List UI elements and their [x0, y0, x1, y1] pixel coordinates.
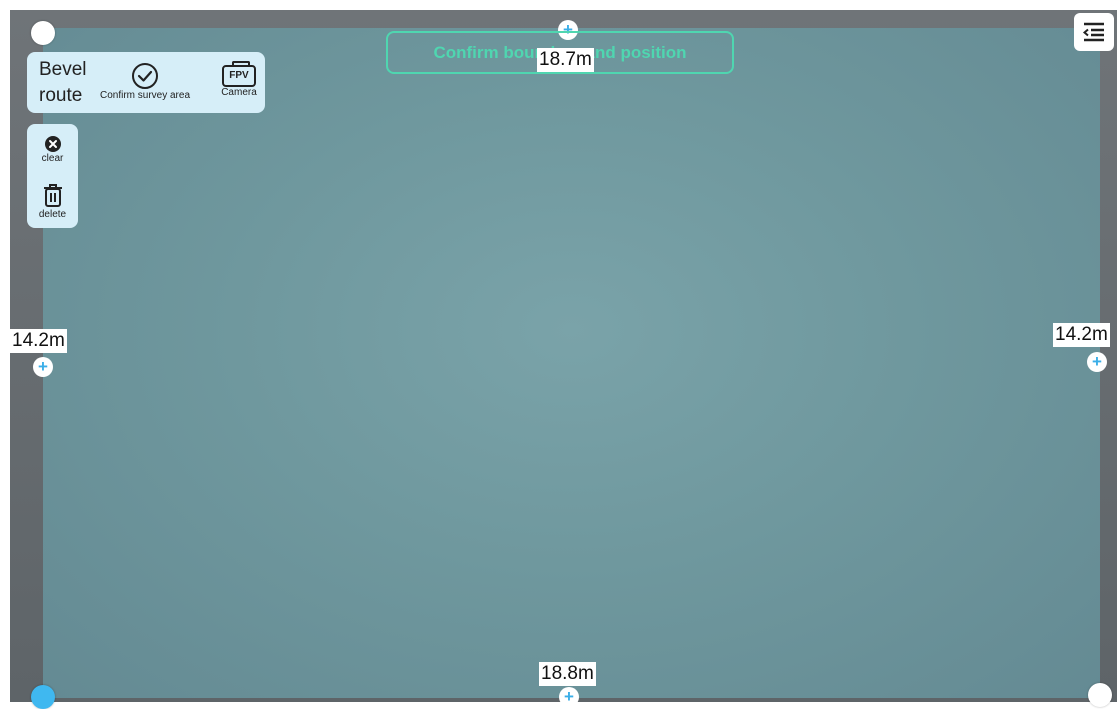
- collapse-menu-icon: [1082, 22, 1104, 42]
- vertex-top-left[interactable]: [31, 21, 55, 45]
- clear-x-icon: [44, 136, 61, 152]
- add-point-bottom-icon[interactable]: +: [559, 687, 579, 707]
- delete-button[interactable]: delete: [27, 183, 78, 220]
- camera-label: Camera: [221, 87, 257, 98]
- survey-area-polygon[interactable]: [43, 28, 1100, 698]
- dimension-right-label: 14.2m: [1053, 323, 1110, 347]
- route-type-label: Bevel route: [39, 59, 87, 106]
- confirm-survey-area-label: Confirm survey area: [99, 90, 191, 101]
- dimension-bottom-label: 18.8m: [539, 662, 596, 686]
- camera-button[interactable]: FPV Camera: [214, 61, 264, 98]
- clear-button[interactable]: clear: [27, 135, 78, 164]
- clear-label: clear: [41, 153, 64, 164]
- route-toolbar: Bevel route Confirm survey area FPV Came…: [27, 52, 265, 113]
- trash-icon: [43, 184, 62, 207]
- check-circle-icon: [132, 63, 158, 89]
- delete-label: delete: [38, 209, 67, 220]
- vertex-bottom-left[interactable]: [31, 685, 55, 709]
- confirm-survey-area-button[interactable]: Confirm survey area: [99, 62, 191, 101]
- vertex-bottom-right[interactable]: [1088, 683, 1112, 707]
- fpv-camera-icon: FPV: [222, 61, 256, 87]
- dimension-top-label: 18.7m: [537, 48, 594, 72]
- add-point-left-icon[interactable]: +: [33, 357, 53, 377]
- dimension-left-label: 14.2m: [10, 329, 67, 353]
- add-point-right-icon[interactable]: +: [1087, 352, 1107, 372]
- menu-button[interactable]: [1074, 13, 1114, 51]
- edit-tools-panel: clear delete: [27, 124, 78, 228]
